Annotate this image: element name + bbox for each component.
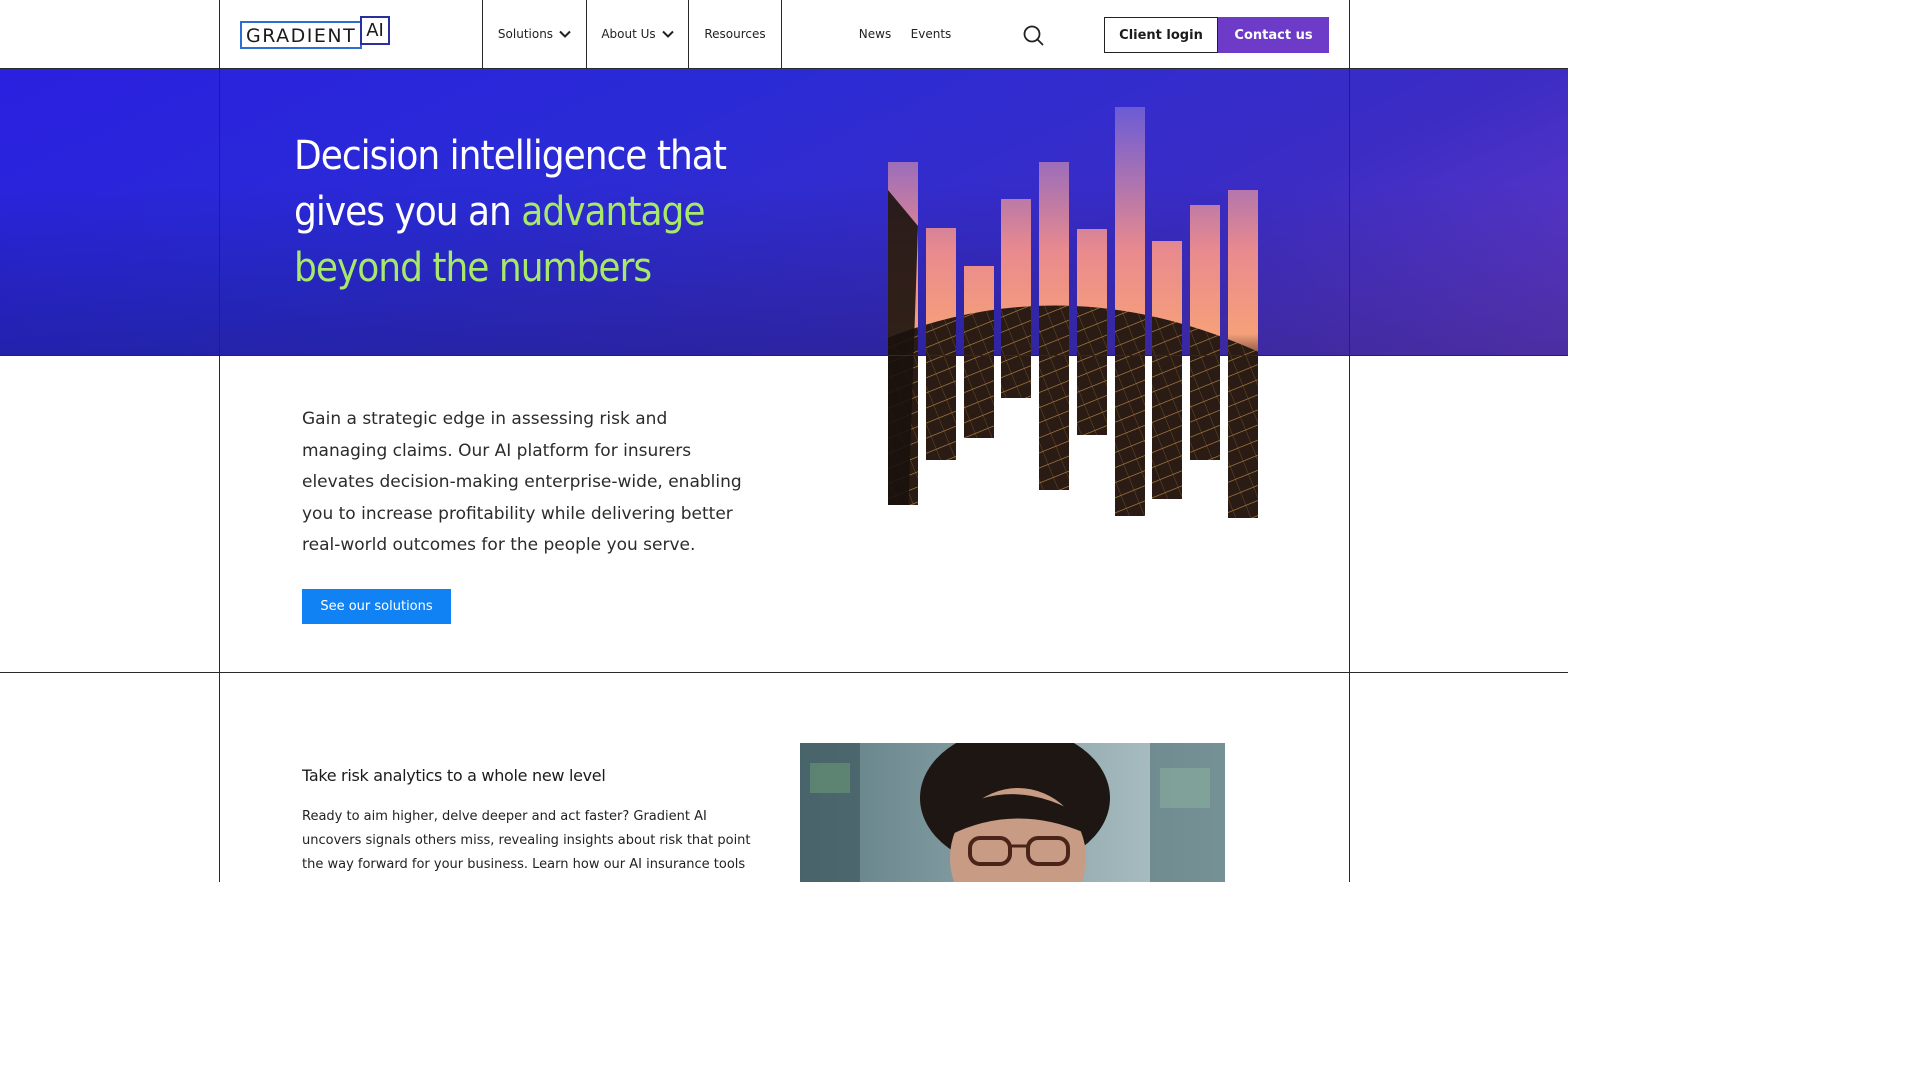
nav-divider [781, 0, 782, 68]
site-header: GRADIENT AI Solutions About Us Resources… [0, 0, 1568, 68]
grid-line [1349, 0, 1350, 882]
contact-us-button[interactable]: Contact us [1218, 17, 1329, 53]
hero-intro-text: Gain a strategic edge in assessing risk … [302, 409, 742, 555]
nav-news-label: News [858, 27, 892, 41]
see-our-solutions-button[interactable]: See our solutions [302, 589, 451, 624]
client-login-button[interactable]: Client login [1104, 17, 1218, 53]
hero-headline: Decision intelligence that gives you an … [294, 128, 774, 296]
grid-line [0, 68, 1568, 69]
nav-solutions[interactable]: Solutions [483, 0, 586, 68]
woman-with-glasses-photo [800, 743, 1225, 882]
nav-solutions-label: Solutions [497, 27, 554, 41]
chevron-down-icon [559, 30, 571, 38]
grid-line [219, 0, 220, 882]
section-title: Take risk analytics to a whole new level [302, 766, 606, 785]
nav-resources[interactable]: Resources [689, 0, 781, 68]
chevron-down-icon [661, 30, 674, 38]
nav-news[interactable]: News [852, 0, 898, 68]
nav-about-us[interactable]: About Us [587, 0, 688, 68]
gradient-ai-logo[interactable]: GRADIENT AI [240, 16, 390, 50]
grid-line [0, 355, 1568, 356]
nav-about-label: About Us [601, 27, 656, 41]
search-icon[interactable] [1022, 24, 1044, 46]
nav-events-label: Events [910, 27, 952, 41]
logo-wordmark: GRADIENT [240, 21, 363, 49]
section-text: Ready to aim higher, delve deeper and ac… [302, 809, 751, 872]
grid-line [0, 672, 1568, 673]
logo-ai-box: AI [360, 16, 390, 45]
hero-building-bars-image [888, 107, 1258, 518]
hero-shade [0, 69, 1568, 355]
nav-events[interactable]: Events [906, 0, 956, 68]
nav-resources-label: Resources [704, 27, 766, 41]
